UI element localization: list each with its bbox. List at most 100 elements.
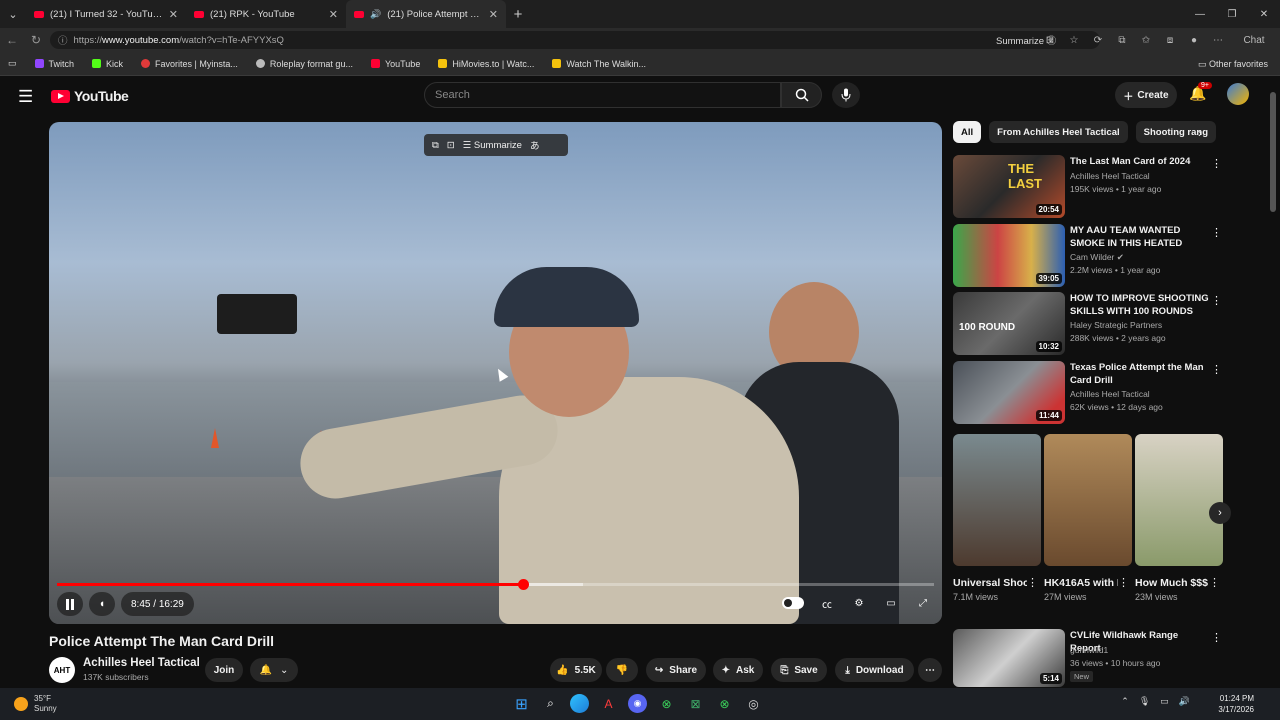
video-thumbnail[interactable]: THE LAST 20:54 xyxy=(953,155,1065,218)
url-field[interactable]: ⓘ https://www.youtube.com/watch?v=hTe-AF… xyxy=(50,31,1100,49)
more-vertical-icon[interactable]: ⋮ xyxy=(1211,631,1222,644)
more-vertical-icon[interactable]: ⋮ xyxy=(1211,294,1222,307)
back-icon[interactable]: ← xyxy=(0,33,24,47)
apps-icon[interactable]: ⊞ xyxy=(1042,32,1058,48)
download-button[interactable]: ⤓ Download xyxy=(835,658,914,682)
short-title[interactable]: Universal Shooting ... xyxy=(953,576,1027,590)
chip-from-channel[interactable]: From Achilles Heel Tactical xyxy=(989,121,1128,143)
close-tab-icon[interactable]: ✕ xyxy=(169,8,178,21)
ask-button[interactable]: ✦ Ask xyxy=(713,658,763,682)
chevron-up-icon[interactable]: ⌃ xyxy=(1121,696,1129,707)
split-screen-icon[interactable]: ⧉ xyxy=(1114,32,1130,48)
account-avatar[interactable] xyxy=(1227,83,1249,105)
bookmark-item[interactable]: Favorites | Myinsta... xyxy=(141,59,238,69)
steam-icon[interactable]: ◎ xyxy=(744,694,763,713)
voice-search-button[interactable] xyxy=(832,82,860,108)
close-tab-icon[interactable]: ✕ xyxy=(329,8,338,21)
page-scrollbar[interactable] xyxy=(1270,82,1276,682)
translate-icon[interactable]: あ xyxy=(530,138,540,152)
more-vertical-icon[interactable]: ⋮ xyxy=(1209,576,1220,589)
short-item[interactable]: HK416A5 with Manta ... 27M views ⋮ xyxy=(1044,434,1132,602)
microphone-icon[interactable]: 🎙 xyxy=(1139,696,1150,707)
speaker-icon[interactable]: 🔊 xyxy=(370,9,381,20)
network-icon[interactable]: ▭ xyxy=(1160,696,1169,707)
recommended-video[interactable]: 100 ROUND 10:32 HOW TO IMPROVE SHOOTING … xyxy=(953,292,1223,356)
theater-mode-icon[interactable]: ▭ xyxy=(882,594,900,612)
channel-name[interactable]: Achilles Heel Tactical xyxy=(83,657,200,669)
guide-menu-icon[interactable]: ☰ xyxy=(18,87,33,107)
autoplay-toggle[interactable] xyxy=(782,597,804,609)
notifications-button[interactable]: 🔔 9+ xyxy=(1189,82,1212,103)
recommended-video[interactable]: 5:14 CVLife Wildhawk Range Report gunnwi… xyxy=(953,629,1223,687)
more-actions-button[interactable]: ⋯ xyxy=(918,658,942,682)
recommended-channel[interactable]: Haley Strategic Partners xyxy=(1070,320,1162,330)
recommended-video[interactable]: 11:44 Texas Police Attempt the Man Card … xyxy=(953,361,1223,425)
like-button[interactable]: 👍 5.5K xyxy=(550,658,602,682)
bookmark-item[interactable]: HiMovies.to | Watc... xyxy=(438,59,534,69)
edge-browser-icon[interactable] xyxy=(570,694,589,713)
collections-icon[interactable]: ⧈ xyxy=(1162,32,1178,48)
subscribed-notifications-button[interactable]: 🔔 ⌄ xyxy=(250,658,298,682)
recommended-title[interactable]: MY AAU TEAM WANTED SMOKE IN THIS HEATED … xyxy=(1070,224,1210,250)
maximize-icon[interactable]: ❐ xyxy=(1216,0,1248,28)
join-button[interactable]: Join xyxy=(205,658,243,682)
windows-start-icon[interactable]: ⊞ xyxy=(512,694,531,713)
browser-tab[interactable]: (21) RPK - YouTube ✕ xyxy=(186,0,346,28)
video-player[interactable]: ⧉ ⊡ ☰ Summarize あ ◖ 8:45 / 16:29 ㏄ ⚙ ▭ ⤢ xyxy=(49,122,942,624)
recommended-channel[interactable]: gunnwild1 xyxy=(1070,645,1108,655)
copilot-chat-button[interactable]: Chat xyxy=(1234,32,1274,48)
more-vertical-icon[interactable]: ⋮ xyxy=(1027,576,1038,589)
bookmark-item[interactable]: YouTube xyxy=(370,59,420,69)
more-vertical-icon[interactable]: ⋮ xyxy=(1211,157,1222,170)
discord-icon[interactable]: ◉ xyxy=(628,694,647,713)
picture-in-picture-icon[interactable]: ⧉ xyxy=(432,140,439,151)
channel-avatar[interactable]: AHT xyxy=(49,657,75,683)
fullscreen-icon[interactable]: ⤢ xyxy=(914,594,932,612)
recommended-title[interactable]: HOW TO IMPROVE SHOOTING SKILLS WITH 100 … xyxy=(1070,292,1210,318)
refresh-icon[interactable]: ↻ xyxy=(24,33,48,47)
xbox-icon[interactable]: ⊗ xyxy=(657,694,676,713)
xbox-app-icon[interactable]: ⊗ xyxy=(715,694,734,713)
more-vertical-icon[interactable]: ⋮ xyxy=(1211,363,1222,376)
recommended-title[interactable]: The Last Man Card of 2024 xyxy=(1070,155,1210,168)
favorites-icon[interactable]: ✩ xyxy=(1138,32,1154,48)
more-menu-icon[interactable]: ⋯ xyxy=(1210,32,1226,48)
more-vertical-icon[interactable]: ⋮ xyxy=(1118,576,1129,589)
settings-gear-icon[interactable]: ⚙ xyxy=(850,594,868,612)
save-button[interactable]: ⎘ Save xyxy=(771,658,827,682)
chip-all[interactable]: All xyxy=(953,121,982,143)
adobe-icon[interactable]: A xyxy=(599,694,618,713)
recommended-video[interactable]: THE LAST 20:54 The Last Man Card of 2024… xyxy=(953,155,1223,219)
recommended-title[interactable]: Texas Police Attempt the Man Card Drill xyxy=(1070,361,1210,387)
short-title[interactable]: How Much $$$ Does A... xyxy=(1135,576,1209,590)
short-thumbnail[interactable] xyxy=(953,434,1041,566)
pause-button[interactable] xyxy=(57,592,83,616)
volume-button[interactable]: ◖ xyxy=(89,592,115,616)
excel-icon[interactable]: ⊠ xyxy=(686,694,705,713)
overlay-summarize-button[interactable]: ☰ Summarize xyxy=(463,140,522,151)
extensions-icon[interactable]: ⟳ xyxy=(1090,32,1106,48)
close-tab-icon[interactable]: ✕ xyxy=(489,8,498,21)
visual-search-icon[interactable]: ⊡ xyxy=(447,140,455,151)
progress-bar[interactable] xyxy=(57,579,934,590)
chevron-right-icon[interactable]: › xyxy=(1198,126,1202,140)
youtube-logo[interactable]: YouTube xyxy=(51,88,129,104)
captions-icon[interactable]: ㏄ xyxy=(818,594,836,612)
bookmarks-menu-icon[interactable]: ▭ xyxy=(8,58,17,69)
search-button[interactable] xyxy=(781,82,822,108)
browser-tab[interactable]: (21) I Turned 32 - YouTube ✕ xyxy=(26,0,186,28)
bookmark-item[interactable]: Watch The Walkin... xyxy=(552,59,646,69)
scrubber-handle[interactable] xyxy=(517,579,529,590)
create-button[interactable]: ＋ Create xyxy=(1115,82,1177,108)
recommended-channel[interactable]: Cam Wilder ✔ xyxy=(1070,252,1124,263)
profile-icon[interactable]: ● xyxy=(1186,32,1202,48)
short-thumbnail[interactable] xyxy=(1044,434,1132,566)
short-title[interactable]: HK416A5 with Manta ... xyxy=(1044,576,1118,590)
close-window-icon[interactable]: ✕ xyxy=(1248,0,1280,28)
bookmark-item[interactable]: Twitch xyxy=(34,59,74,69)
search-icon[interactable]: ⌕ xyxy=(541,694,560,713)
shorts-next-button[interactable]: › xyxy=(1209,502,1231,524)
scrollbar-thumb[interactable] xyxy=(1270,92,1276,212)
tab-actions-menu-icon[interactable]: ⌄ xyxy=(0,0,26,28)
browser-tab-active[interactable]: 🔊 (21) Police Attempt The Man C ✕ xyxy=(346,0,506,28)
